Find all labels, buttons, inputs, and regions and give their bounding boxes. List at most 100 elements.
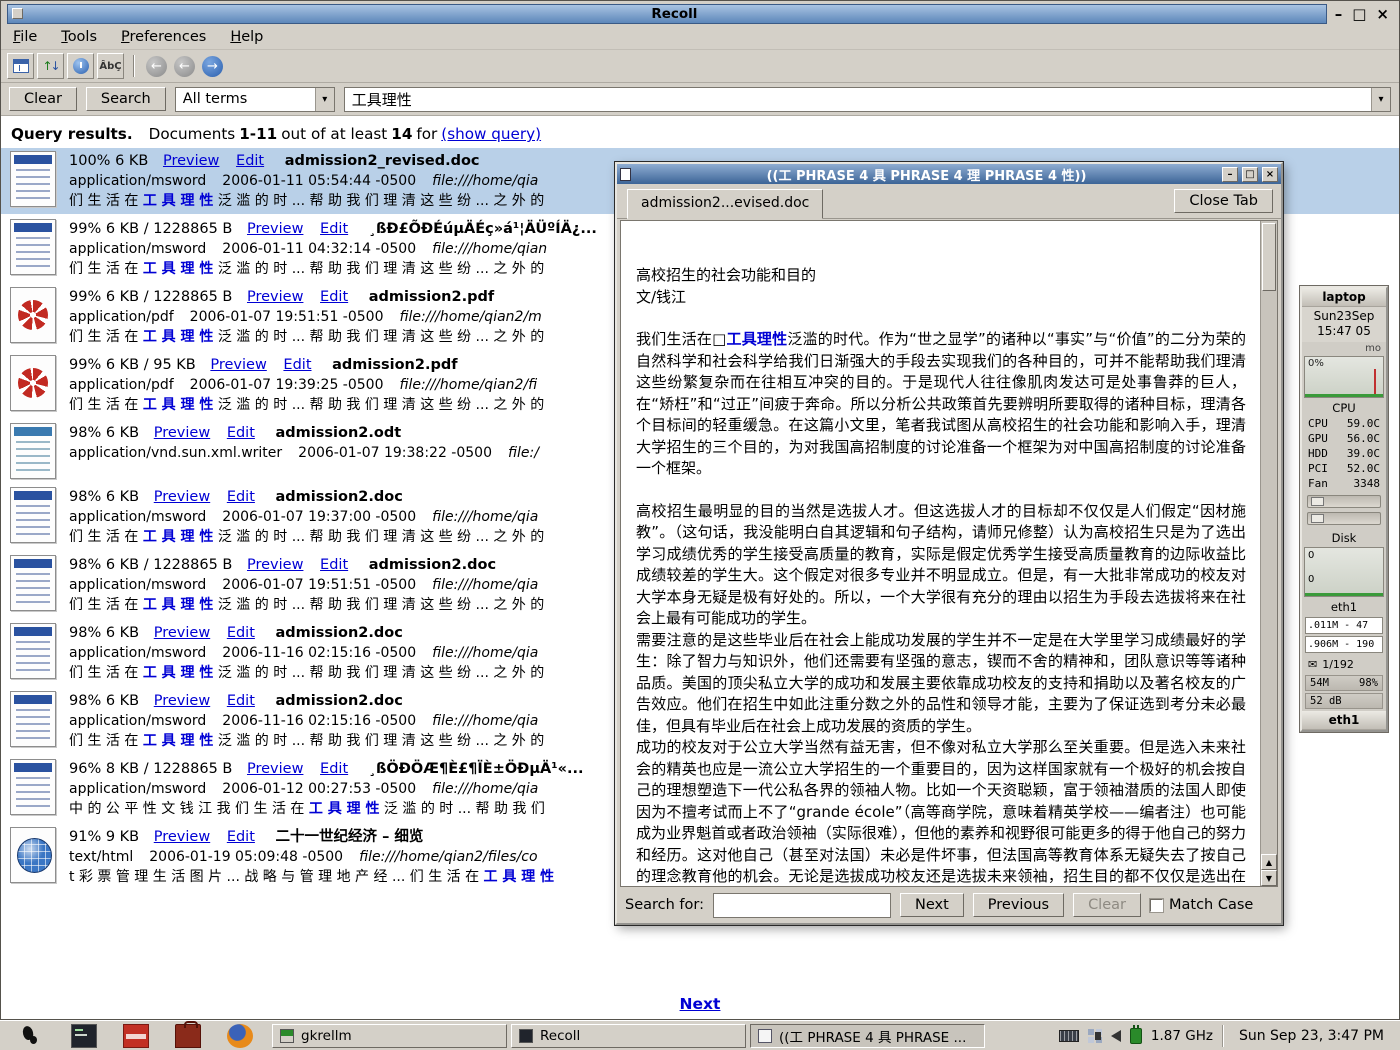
preview-clear-button[interactable]: Clear xyxy=(1073,893,1141,917)
result-text: 98% 6 KB Preview Edit admission2.doc app… xyxy=(69,487,544,547)
edit-link[interactable]: Edit xyxy=(227,425,255,441)
edit-link[interactable]: Edit xyxy=(320,289,348,305)
preview-link[interactable]: Preview xyxy=(154,829,210,845)
close-icon[interactable]: × xyxy=(1376,5,1389,23)
result-url: file:///home/qian2/m xyxy=(399,309,541,325)
package-icon[interactable] xyxy=(123,1024,149,1048)
menu-tools[interactable]: Tools xyxy=(61,29,97,45)
document-icon xyxy=(10,827,56,883)
toolbox-icon[interactable] xyxy=(175,1024,201,1048)
edit-link[interactable]: Edit xyxy=(227,693,255,709)
menu-preferences[interactable]: Preferences xyxy=(121,29,206,45)
snippet-post: 泛 滥 的 时 ... 帮 助 我 们 xyxy=(379,801,544,817)
result-url: file:///home/qia xyxy=(432,577,538,593)
forward-arrow-icon: → xyxy=(207,59,218,74)
preview-link[interactable]: Preview xyxy=(247,221,303,237)
gkrellm-krell-slider[interactable] xyxy=(1307,512,1381,525)
search-button[interactable]: Search xyxy=(86,87,166,111)
result-relevance-size: 91% 9 KB xyxy=(69,829,139,845)
document-icon xyxy=(10,151,56,207)
next-page-button[interactable]: → xyxy=(202,56,223,77)
preview-previous-button[interactable]: Previous xyxy=(973,893,1064,917)
firefox-icon[interactable] xyxy=(227,1024,253,1048)
scroll-up-icon[interactable]: ▲ xyxy=(1261,854,1277,870)
sort-by-date-button[interactable]: ↑↓ xyxy=(37,53,64,79)
preview-link[interactable]: Preview xyxy=(154,489,210,505)
taskbar-task-preview[interactable]: ((工 PHRASE 4 具 PHRASE ... xyxy=(750,1024,985,1048)
chevron-down-icon[interactable]: ▾ xyxy=(315,88,334,111)
title-bar[interactable]: Recoll – □ × xyxy=(1,1,1399,25)
power-plug-icon[interactable] xyxy=(1130,1028,1142,1044)
preview-scrollbar[interactable]: ▲ ▼ xyxy=(1260,221,1277,886)
preview-link[interactable]: Preview xyxy=(247,761,303,777)
edit-link[interactable]: Edit xyxy=(320,221,348,237)
history-button[interactable] xyxy=(67,53,94,79)
minimize-icon[interactable]: – xyxy=(1335,5,1343,23)
edit-link[interactable]: Edit xyxy=(227,829,255,845)
snippet-post: 泛 滥 的 时 ... 帮 助 我 们 理 清 这 些 纷 ... 之 外 的 xyxy=(213,329,544,345)
edit-link[interactable]: Edit xyxy=(283,357,311,373)
window-menu-icon[interactable] xyxy=(12,8,23,19)
preview-minimize-icon[interactable]: – xyxy=(1222,167,1238,182)
preview-next-button[interactable]: Next xyxy=(900,893,964,917)
query-history-dropdown-icon[interactable]: ▾ xyxy=(1371,88,1390,111)
menu-bar: File Tools Preferences Help xyxy=(1,25,1399,50)
prev-result-button[interactable]: ← xyxy=(174,56,195,77)
taskbar-task-recoll[interactable]: Recoll xyxy=(511,1024,746,1048)
gkrellm-hostname[interactable]: laptop xyxy=(1302,288,1386,307)
document-icon xyxy=(10,623,56,679)
preview-content: 高校招生的社会功能和目的文/钱江我们生活在□工具理性泛滥的时代。作为“世之显学”… xyxy=(620,220,1278,887)
result-relevance-size: 98% 6 KB xyxy=(69,489,139,505)
edit-link[interactable]: Edit xyxy=(227,489,255,505)
result-relevance-size: 96% 8 KB / 1228865 B xyxy=(69,761,232,777)
document-icon xyxy=(10,219,56,275)
gkrellm-krell-slider[interactable] xyxy=(1307,495,1381,508)
doc-table-button[interactable] xyxy=(7,53,34,79)
search-mode-select[interactable]: All terms ▾ xyxy=(175,87,335,112)
menu-help[interactable]: Help xyxy=(230,29,263,45)
preview-link[interactable]: Preview xyxy=(247,557,303,573)
preview-close-icon[interactable]: × xyxy=(1262,167,1278,182)
search-input[interactable] xyxy=(345,90,1371,108)
preview-link[interactable]: Preview xyxy=(154,425,210,441)
preview-search-input[interactable] xyxy=(713,893,891,918)
footprint-icon[interactable] xyxy=(19,1024,45,1048)
clear-button[interactable]: Clear xyxy=(9,87,77,111)
net-section-label: eth1 xyxy=(1302,598,1386,615)
result-filename: admission2.doc xyxy=(369,557,496,573)
volume-icon[interactable] xyxy=(1111,1030,1121,1042)
for-label: for xyxy=(416,125,437,143)
scroll-down-icon[interactable]: ▼ xyxy=(1261,870,1277,886)
preview-link[interactable]: Preview xyxy=(154,625,210,641)
result-relevance-size: 99% 6 KB / 1228865 B xyxy=(69,289,232,305)
edit-link[interactable]: Edit xyxy=(227,625,255,641)
term-explorer-button[interactable]: ÂbÇ xyxy=(97,53,124,79)
title-bar-gradient[interactable]: Recoll xyxy=(7,4,1327,24)
match-case-checkbox[interactable] xyxy=(1150,899,1163,912)
result-url: file:///home/qian xyxy=(432,241,547,257)
preview-title-bar[interactable]: ((工 PHRASE 4 具 PHRASE 4 理 PHRASE 4 性)) –… xyxy=(617,164,1281,184)
next-page-link[interactable]: Next xyxy=(680,995,721,1013)
preview-maximize-icon[interactable]: □ xyxy=(1242,167,1258,182)
menu-file[interactable]: File xyxy=(13,29,37,45)
document-icon xyxy=(10,287,56,343)
mail-count: 1/192 xyxy=(1322,658,1354,671)
preview-link[interactable]: Preview xyxy=(247,289,303,305)
keyboard-icon[interactable] xyxy=(1059,1030,1079,1042)
scrollbar-track[interactable] xyxy=(1261,291,1277,854)
show-query-link[interactable]: (show query) xyxy=(441,125,541,143)
preview-tab[interactable]: admission2...evised.doc xyxy=(627,189,823,219)
edit-link[interactable]: Edit xyxy=(236,153,264,169)
scrollbar-thumb[interactable] xyxy=(1262,223,1276,291)
prev-page-button[interactable]: ← xyxy=(146,56,167,77)
toolbar: ↑↓ ÂbÇ ← ← → xyxy=(1,50,1399,83)
preview-link[interactable]: Preview xyxy=(210,357,266,373)
terminal-icon[interactable] xyxy=(71,1024,97,1048)
edit-link[interactable]: Edit xyxy=(320,557,348,573)
close-tab-button[interactable]: Close Tab xyxy=(1174,189,1273,213)
maximize-icon[interactable]: □ xyxy=(1352,5,1366,23)
taskbar-task-gkrellm[interactable]: gkrellm xyxy=(272,1024,507,1048)
preview-link[interactable]: Preview xyxy=(154,693,210,709)
edit-link[interactable]: Edit xyxy=(320,761,348,777)
preview-link[interactable]: Preview xyxy=(163,153,219,169)
